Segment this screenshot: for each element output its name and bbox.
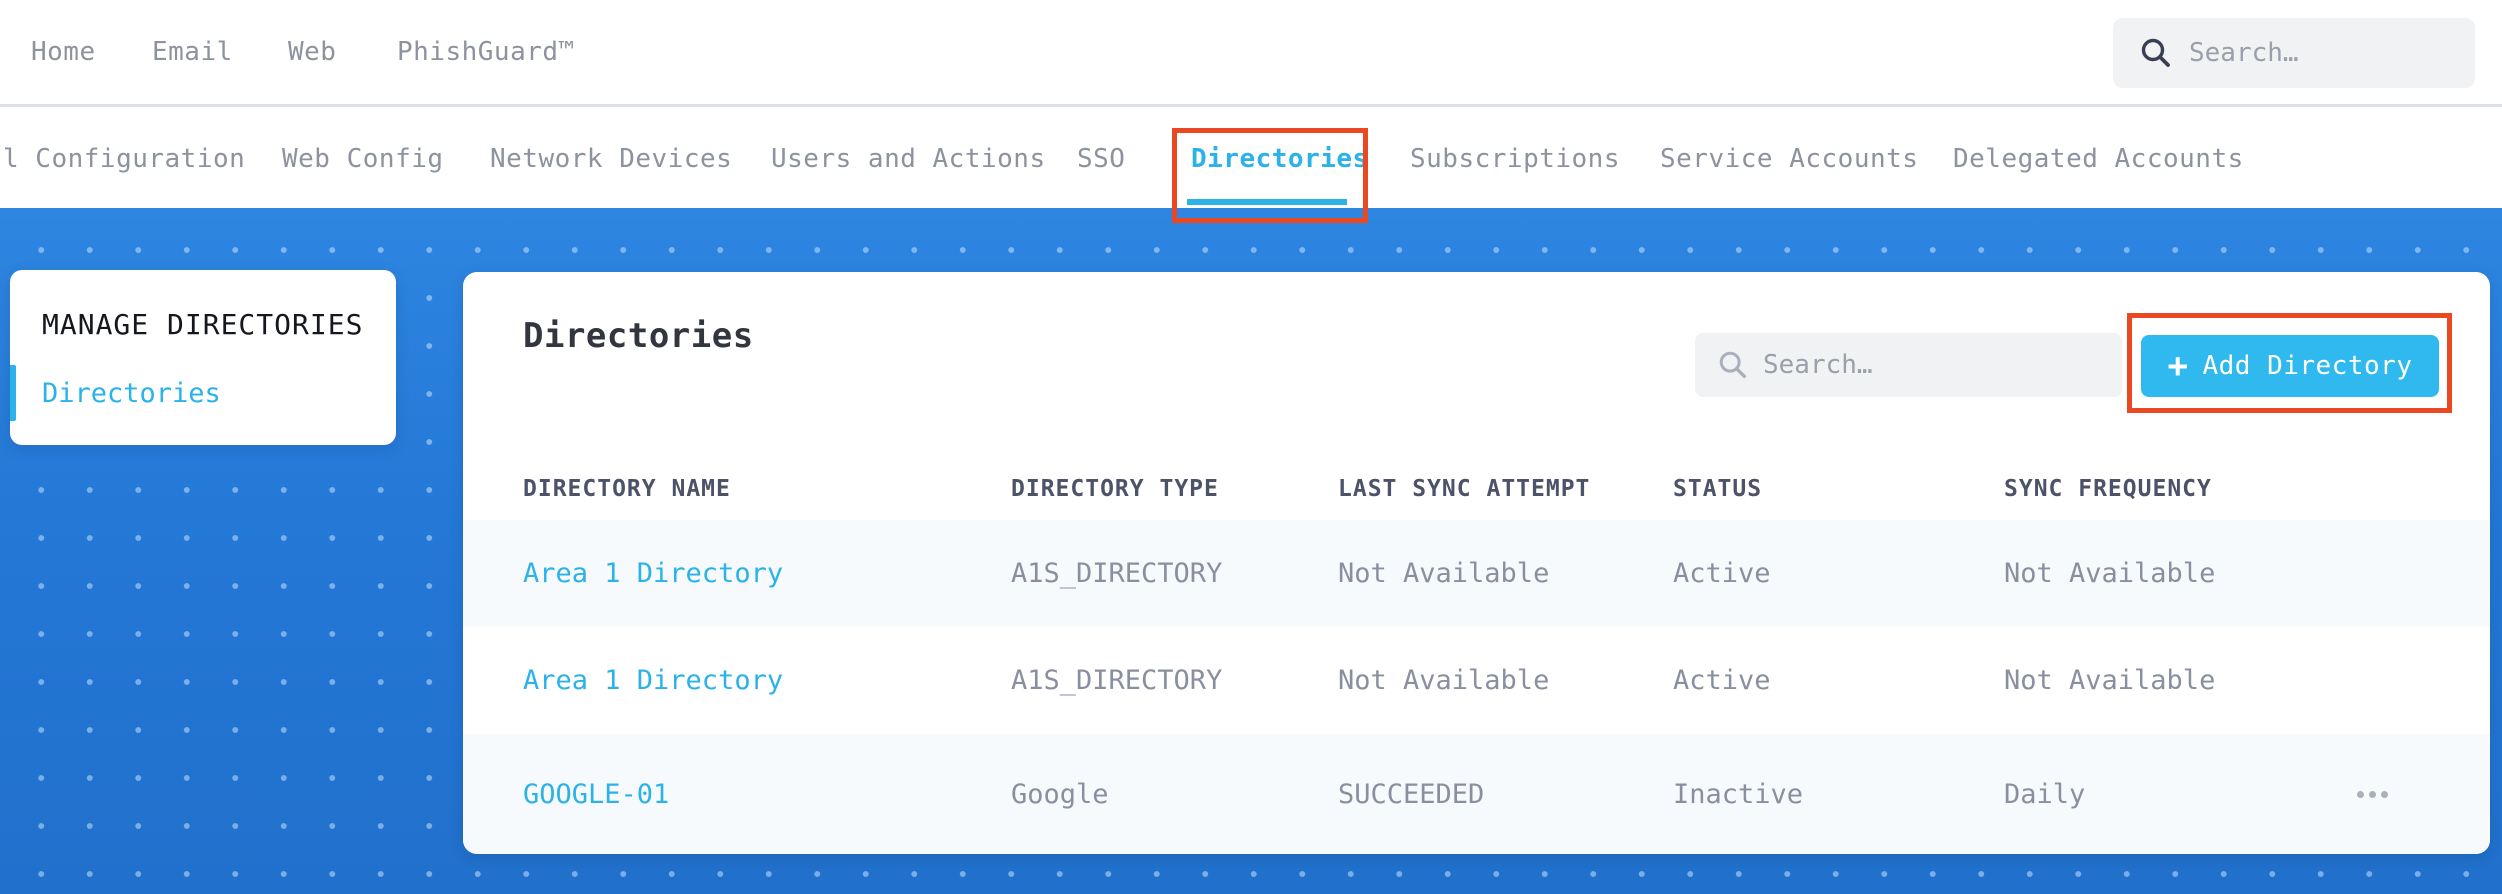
sync-frequency-cell: Not Available (2004, 665, 2216, 696)
tab-subscriptions[interactable]: Subscriptions (1410, 110, 1620, 208)
col-header-last-sync-attempt: LAST SYNC ATTEMPT (1338, 476, 1591, 502)
directories-search-input[interactable] (1763, 333, 2122, 397)
page-title: Directories (523, 316, 754, 356)
directory-type-cell: A1S_DIRECTORY (1011, 665, 1223, 696)
tab-delegated-accounts[interactable]: Delegated Accounts (1953, 110, 2244, 208)
directory-name-link[interactable]: GOOGLE-01 (523, 779, 1011, 810)
tab-configuration[interactable]: l Configuration (3, 110, 245, 208)
tab-service-accounts[interactable]: Service Accounts (1660, 110, 1918, 208)
search-icon (1719, 351, 1746, 378)
sync-frequency-cell: Not Available (2004, 558, 2216, 589)
tab-network-devices[interactable]: Network Devices (490, 110, 732, 208)
table-row: Area 1 Directory A1S_DIRECTORY Not Avail… (463, 520, 2490, 627)
status-cell: Active (1673, 665, 1771, 696)
table-row: Area 1 Directory A1S_DIRECTORY Not Avail… (463, 627, 2490, 734)
add-directory-label: Add Directory (2202, 351, 2413, 381)
search-icon (2141, 38, 2170, 67)
tab-web-config[interactable]: Web Config (282, 110, 444, 208)
manage-directories-card: MANAGE DIRECTORIES Directories (10, 270, 396, 445)
sidecard-title: MANAGE DIRECTORIES (42, 308, 364, 341)
active-item-bar (10, 365, 16, 421)
global-search-input[interactable] (2189, 18, 2475, 88)
sync-frequency-cell: Daily (2004, 778, 2086, 810)
tab-directories[interactable]: Directories (1187, 110, 1369, 208)
tab-directories-label: Directories (1191, 144, 1369, 174)
page-background: MANAGE DIRECTORIES Directories Directori… (0, 208, 2502, 894)
active-tab-underline (1187, 199, 1347, 205)
nav-item-home[interactable]: Home (31, 0, 96, 104)
global-search[interactable] (2113, 18, 2475, 88)
directories-table: DIRECTORY NAME DIRECTORY TYPE LAST SYNC … (463, 458, 2490, 854)
nav-item-email[interactable]: Email (152, 0, 233, 104)
table-row: GOOGLE-01 Google SUCCEEDED Inactive Dail… (463, 734, 2490, 854)
status-cell: Active (1673, 558, 1771, 589)
directories-panel: Directories + Add Directory DIRECTORY NA… (463, 272, 2490, 854)
sidebar-item-directories[interactable]: Directories (10, 365, 396, 421)
table-header-row: DIRECTORY NAME DIRECTORY TYPE LAST SYNC … (463, 458, 2490, 520)
col-header-sync-frequency: SYNC FREQUENCY (2004, 476, 2212, 502)
last-sync-cell: SUCCEEDED (1338, 778, 1485, 810)
plus-icon: + (2167, 346, 2189, 386)
col-header-status: STATUS (1673, 476, 1763, 502)
top-nav: Home Email Web PhishGuard™ (0, 0, 2502, 107)
status-cell: Inactive (1673, 778, 1804, 810)
col-header-directory-name: DIRECTORY NAME (523, 476, 731, 502)
directory-type-cell: Google (1011, 778, 1109, 810)
tab-sso[interactable]: SSO (1077, 110, 1125, 208)
last-sync-cell: Not Available (1338, 558, 1550, 589)
last-sync-cell: Not Available (1338, 665, 1550, 696)
settings-tabs: l Configuration Web Config Network Devic… (0, 110, 2502, 208)
directories-search[interactable] (1695, 333, 2122, 397)
directory-type-cell: A1S_DIRECTORY (1011, 558, 1223, 589)
tab-users-and-actions[interactable]: Users and Actions (771, 110, 1046, 208)
directory-name-link[interactable]: Area 1 Directory (523, 558, 1011, 589)
col-header-directory-type: DIRECTORY TYPE (1011, 476, 1219, 502)
nav-item-phishguard[interactable]: PhishGuard™ (397, 0, 575, 104)
sidebar-item-label: Directories (42, 377, 221, 409)
ellipsis-menu-icon[interactable] (2357, 790, 2397, 798)
directory-name-link[interactable]: Area 1 Directory (523, 665, 1011, 696)
nav-item-web[interactable]: Web (288, 0, 336, 104)
add-directory-button[interactable]: + Add Directory (2141, 335, 2439, 397)
